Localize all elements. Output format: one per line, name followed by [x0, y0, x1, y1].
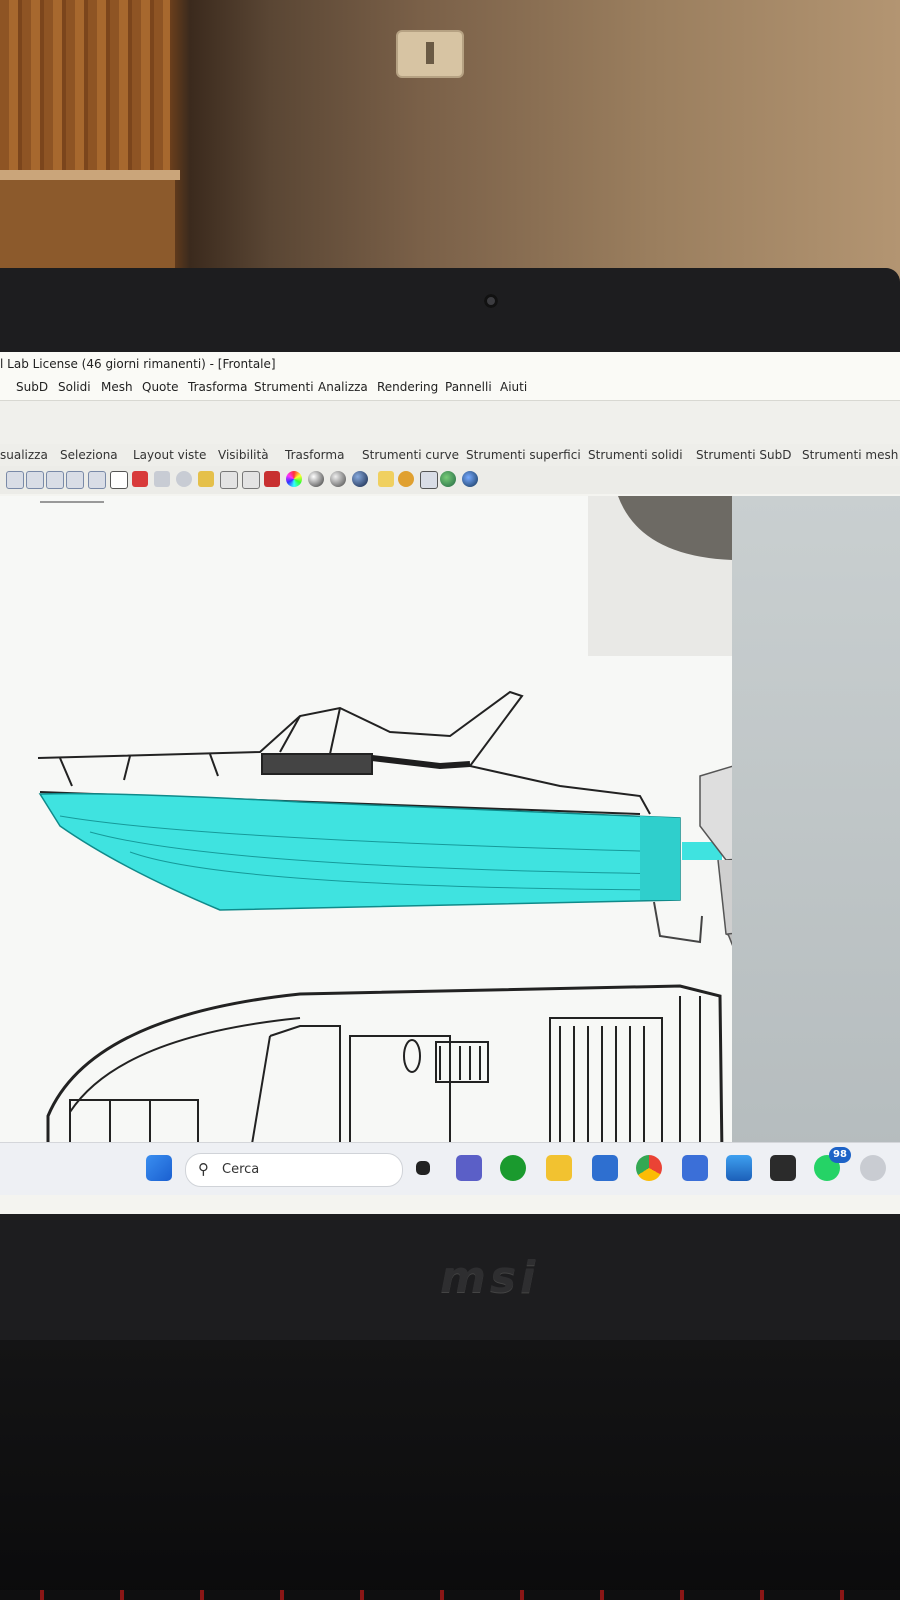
boat-hull: [38, 792, 722, 911]
file-explorer-icon[interactable]: [546, 1155, 572, 1181]
search-placeholder: Cerca: [222, 1162, 260, 1177]
lock-icon[interactable]: [242, 471, 260, 489]
menu-strumenti[interactable]: Strumenti: [254, 380, 314, 394]
wall-switch: [398, 32, 462, 76]
globe-icon[interactable]: [352, 471, 368, 487]
menu-pannelli[interactable]: Pannelli: [445, 380, 492, 394]
laptop-keyboard-deck: [0, 1340, 900, 1600]
menu-solidi[interactable]: Solidi: [58, 380, 91, 394]
xbox-icon[interactable]: [500, 1155, 526, 1181]
menu-subd[interactable]: SubD: [16, 380, 48, 394]
zoom-extents-icon[interactable]: [26, 471, 44, 489]
app-icon[interactable]: [682, 1155, 708, 1181]
laptop-brand-logo: msi: [440, 1252, 540, 1303]
webcam: [484, 294, 498, 308]
shade-icon[interactable]: [264, 471, 280, 487]
render-sphere-icon[interactable]: [308, 471, 324, 487]
shelf-board: [0, 170, 180, 180]
taskbar-search[interactable]: ⚲ Cerca: [185, 1153, 403, 1187]
swim-ladder: [653, 901, 703, 944]
menu-trasforma[interactable]: Trasforma: [188, 380, 247, 394]
tab-strumenti-curve[interactable]: Strumenti curve: [362, 448, 459, 462]
menu-bar: SubD Solidi Mesh Quote Trasforma Strumen…: [0, 376, 900, 400]
menu-aiuti[interactable]: Aiuti: [500, 380, 527, 394]
help-icon[interactable]: [462, 471, 478, 487]
toolbar-tabs: sualizza Seleziona Layout viste Visibili…: [0, 444, 900, 466]
tab-strumenti-mesh[interactable]: Strumenti mesh: [802, 448, 898, 462]
task-view-icon[interactable]: [416, 1161, 430, 1175]
window-title: l Lab License (46 giorni rimanenti) - [F…: [0, 357, 276, 371]
tab-layout-viste[interactable]: Layout viste: [133, 448, 206, 462]
whatsapp-badge: 98: [829, 1147, 851, 1163]
title-bar: l Lab License (46 giorni rimanenti) - [F…: [0, 352, 900, 376]
material-icon[interactable]: [330, 471, 346, 487]
other-icon[interactable]: [860, 1155, 886, 1181]
tab-strumenti-superfici[interactable]: Strumenti superfici: [466, 448, 581, 462]
color-wheel-icon[interactable]: [286, 471, 302, 487]
side-panel: [732, 496, 900, 1194]
room-background: [0, 0, 900, 300]
boat-top-view: [46, 984, 724, 1158]
tab-seleziona[interactable]: Seleziona: [60, 448, 118, 462]
zoom-window-icon[interactable]: [6, 471, 24, 489]
icon-toolbar: [0, 466, 900, 494]
wooden-shelf: [0, 0, 170, 175]
menu-analizza[interactable]: Analizza: [318, 380, 368, 394]
rhino-icon[interactable]: [770, 1155, 796, 1181]
command-area[interactable]: [0, 400, 900, 446]
teams-icon[interactable]: [456, 1155, 482, 1181]
tab-strumenti-subd[interactable]: Strumenti SubD: [696, 448, 791, 462]
tab-trasforma[interactable]: Trasforma: [285, 448, 344, 462]
zoom-dynamic-icon[interactable]: [66, 471, 84, 489]
tab-visualizza[interactable]: sualizza: [0, 448, 48, 462]
taskbar: ⚲ Cerca 98: [0, 1142, 900, 1195]
menu-mesh[interactable]: Mesh: [101, 380, 133, 394]
properties-icon[interactable]: [198, 471, 214, 487]
menu-rendering[interactable]: Rendering: [377, 380, 438, 394]
zoom-selected-icon[interactable]: [46, 471, 64, 489]
tab-strumenti-solidi[interactable]: Strumenti solidi: [588, 448, 683, 462]
boat-drawing: [37, 496, 732, 1158]
tab-visibilita[interactable]: Visibilità: [218, 448, 269, 462]
car-icon[interactable]: [132, 471, 148, 487]
orbit-icon[interactable]: [154, 471, 170, 487]
photos-icon[interactable]: [726, 1155, 752, 1181]
menu-quote[interactable]: Quote: [142, 380, 178, 394]
grid-icon[interactable]: [110, 471, 128, 489]
earth-icon[interactable]: [440, 471, 456, 487]
rotate-icon[interactable]: [176, 471, 192, 487]
store-icon[interactable]: [592, 1155, 618, 1181]
undo-view-icon[interactable]: [88, 471, 106, 489]
search-icon: ⚲: [198, 1160, 209, 1178]
keyboard-backlight: [0, 1590, 900, 1600]
layer-icon[interactable]: [420, 471, 438, 489]
light-icon[interactable]: [220, 471, 238, 489]
start-icon[interactable]: [146, 1155, 172, 1181]
gear-icon[interactable]: [398, 471, 414, 487]
laptop-screen: l Lab License (46 giorni rimanenti) - [F…: [0, 352, 900, 1214]
viewport-frontale[interactable]: [0, 496, 732, 1194]
curve-icon[interactable]: [378, 471, 394, 487]
chrome-icon[interactable]: [636, 1155, 662, 1181]
